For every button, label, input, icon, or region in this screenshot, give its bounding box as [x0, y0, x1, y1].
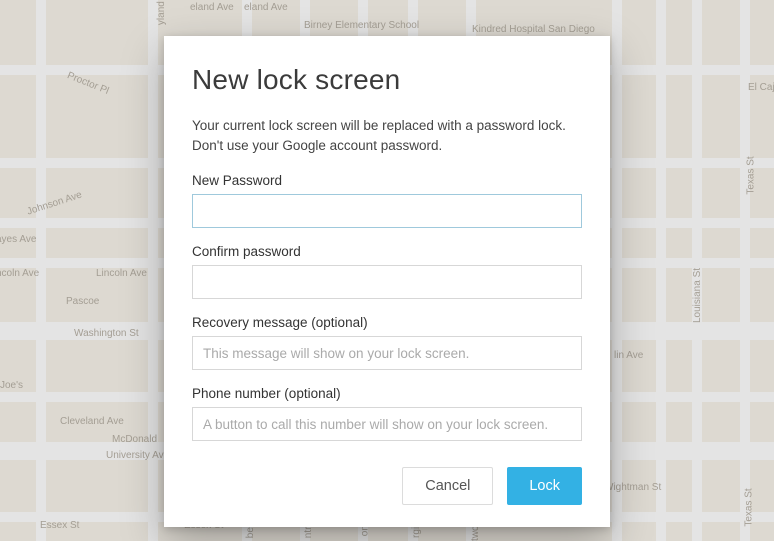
dialog-button-row: Cancel Lock: [192, 467, 582, 505]
phone-number-label: Phone number (optional): [192, 386, 582, 401]
recovery-message-label: Recovery message (optional): [192, 315, 582, 330]
lock-button[interactable]: Lock: [507, 467, 582, 505]
new-password-group: New Password: [192, 173, 582, 228]
dialog-title: New lock screen: [192, 64, 582, 96]
confirm-password-label: Confirm password: [192, 244, 582, 259]
new-password-input[interactable]: [192, 194, 582, 228]
recovery-message-input[interactable]: [192, 336, 582, 370]
confirm-password-input[interactable]: [192, 265, 582, 299]
dialog-description: Your current lock screen will be replace…: [192, 116, 582, 155]
phone-number-group: Phone number (optional): [192, 386, 582, 441]
cancel-button[interactable]: Cancel: [402, 467, 493, 505]
phone-number-input[interactable]: [192, 407, 582, 441]
confirm-password-group: Confirm password: [192, 244, 582, 299]
recovery-message-group: Recovery message (optional): [192, 315, 582, 370]
new-lock-screen-dialog: New lock screen Your current lock screen…: [164, 36, 610, 527]
new-password-label: New Password: [192, 173, 582, 188]
